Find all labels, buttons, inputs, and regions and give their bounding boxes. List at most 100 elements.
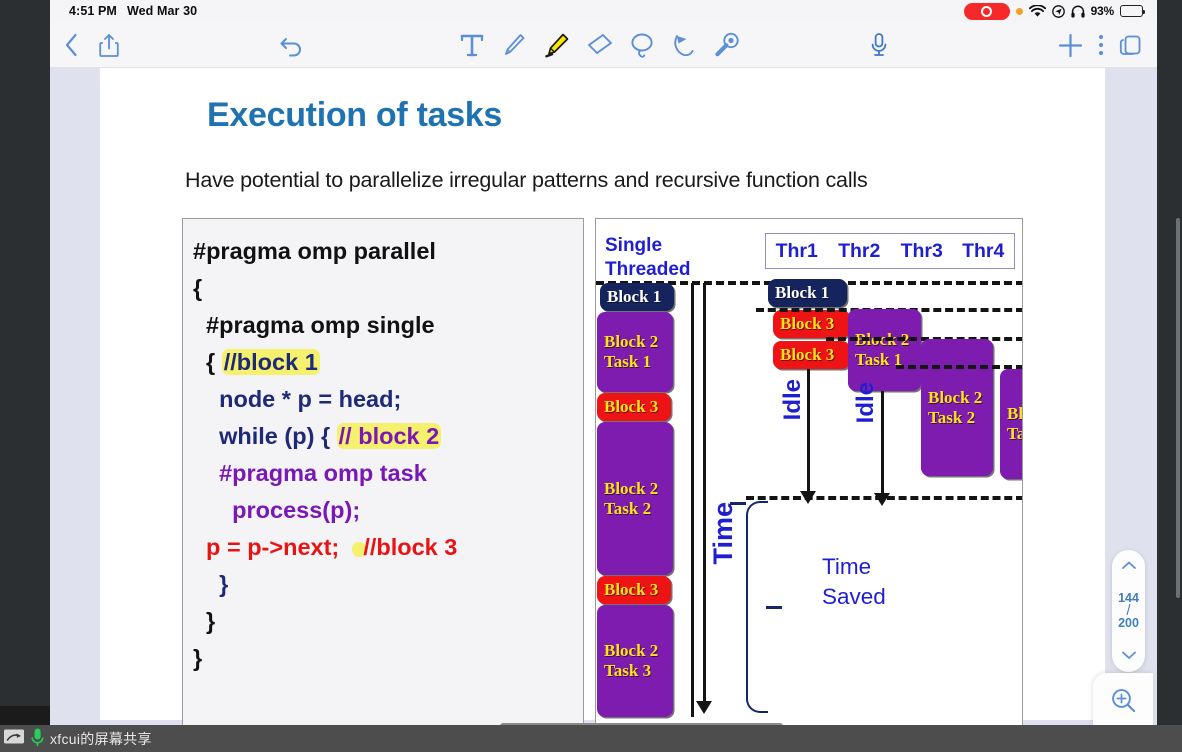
wifi-icon (1028, 3, 1046, 18)
code-highlight-block1: //block 1 (221, 349, 320, 375)
location-icon (1051, 4, 1065, 18)
window-vertical-scrollbar[interactable] (1176, 218, 1180, 598)
eraser-tool-icon[interactable] (587, 32, 613, 58)
ipad-window: 4:51 PM Wed Mar 30 93% Execution of task… (50, 0, 1157, 733)
timeline-dash-thr4 (896, 365, 1022, 369)
code-highlight-block2: // block 2 (336, 423, 442, 449)
toolbar-left-group (64, 33, 119, 58)
pages-icon[interactable] (1119, 33, 1143, 57)
code-line: } (193, 571, 229, 597)
page-down-chevron-icon[interactable] (1121, 647, 1137, 665)
total-pages-label: 200 (1118, 616, 1139, 630)
block-thr1-2: Block 3 (773, 310, 850, 338)
toolbar-tools-group (460, 32, 740, 59)
time-axis-label: Time (708, 502, 738, 565)
time-saved-label: Time Saved (822, 554, 886, 609)
code-line: process(p); (193, 497, 361, 523)
screen-share-icon[interactable] (3, 728, 25, 749)
code-line: node * p = head; (193, 386, 402, 412)
time-saved-brace-tip-mid (766, 606, 782, 609)
zoom-in-icon (1110, 687, 1137, 719)
desktop-left-margin (0, 0, 50, 725)
add-icon[interactable] (1058, 33, 1083, 58)
desktop-left-strip (0, 706, 50, 725)
code-line: #pragma omp task (193, 460, 427, 486)
block-thr3-1: Block 2 Task 2 (921, 339, 993, 476)
page-up-chevron-icon[interactable] (1121, 557, 1137, 575)
screen-share-bar: xfcui的屏幕共享 (0, 725, 1182, 752)
block-single-5: Block 3 (597, 576, 671, 604)
share-bar-icons (3, 727, 45, 750)
headphones-icon (1070, 5, 1085, 18)
block-single-1: Block 1 (600, 283, 674, 311)
code-highlight-block3: //block 3 (363, 534, 458, 560)
block-single-6: Block 2 Task 3 (597, 605, 673, 717)
record-ring-icon (981, 5, 993, 17)
single-thread-boundary-line (691, 283, 694, 717)
time-saved-brace-tip-top (730, 502, 746, 505)
toolbar-right-group (1058, 33, 1143, 58)
page-subtitle: Have potential to parallelize irregular … (185, 168, 868, 192)
code-line: { (193, 349, 222, 375)
undo-icon[interactable] (279, 33, 305, 57)
zoom-in-button[interactable] (1093, 673, 1153, 733)
block-thr1-1: Block 1 (768, 279, 847, 307)
laser-tool-icon[interactable] (714, 32, 740, 59)
pen-tool-icon[interactable] (501, 32, 526, 59)
thread-header-thr1: Thr1 (775, 239, 818, 262)
page-separator: / (1126, 602, 1131, 619)
thread-header-box: Thr1 Thr2 Thr3 Thr4 (765, 233, 1015, 269)
code-line: } (193, 608, 216, 634)
screen-root: 4:51 PM Wed Mar 30 93% Execution of task… (0, 0, 1182, 752)
single-threaded-label: Single Threaded (605, 235, 691, 280)
thr1-arrow-line (807, 369, 810, 494)
thr2-arrow-line (881, 391, 884, 496)
battery-percent-label: 93% (1090, 4, 1115, 18)
microphone-icon[interactable] (870, 32, 888, 58)
slide-page[interactable]: Execution of tasks Have potential to par… (100, 68, 1105, 733)
time-axis-line (703, 283, 706, 703)
idle-label-thr1: Idle (779, 379, 806, 421)
thread-header-thr2: Thr2 (838, 239, 881, 262)
code-line: while (p) { (193, 423, 337, 449)
code-line: } (193, 645, 203, 671)
block-thr1-3: Block 3 (773, 341, 850, 369)
highlighter-tool-icon[interactable] (543, 32, 570, 59)
page-title: Execution of tasks (207, 96, 503, 134)
screen-record-indicator[interactable] (963, 2, 1010, 20)
block-thr4-1: Block 2 Task 3 (1000, 369, 1022, 479)
text-tool-icon[interactable] (460, 32, 484, 58)
page-navigator: 144 / 200 (1112, 550, 1145, 672)
app-toolbar (50, 22, 1157, 68)
document-canvas[interactable]: Execution of tasks Have potential to par… (50, 68, 1157, 733)
pointer-hand-tool-icon[interactable] (672, 32, 697, 59)
share-icon[interactable] (99, 33, 119, 58)
status-bar-date: Wed Mar 30 (126, 4, 198, 18)
share-bar-mic-icon[interactable] (30, 727, 45, 750)
code-listing-panel: #pragma omp parallel { #pragma omp singl… (182, 218, 584, 733)
code-line: p = p->next; (193, 534, 353, 560)
status-bar-right-group: 93% (963, 2, 1146, 20)
battery-icon (1120, 5, 1146, 17)
share-bar-label: xfcui的屏幕共享 (50, 730, 152, 747)
privacy-mic-dot-icon (1015, 7, 1023, 15)
back-chevron-icon[interactable] (64, 33, 79, 57)
lasso-tool-icon[interactable] (630, 32, 655, 59)
code-line: #pragma omp parallel (193, 238, 436, 264)
execution-timeline-diagram: Single Threaded Thr1 Thr2 Thr3 Thr4 Bloc… (595, 218, 1023, 733)
thread-header-thr4: Thr4 (962, 239, 1005, 262)
status-bar-time: 4:51 PM (69, 4, 117, 18)
timeline-dash-bottom (746, 496, 1022, 500)
block-thr2-1: Block 2 Task 1 (848, 309, 921, 391)
block-single-2: Block 2 Task 1 (597, 312, 673, 392)
time-axis-arrowhead (696, 701, 712, 714)
code-line: { (193, 275, 203, 301)
thread-header-thr3: Thr3 (900, 239, 943, 262)
status-bar: 4:51 PM Wed Mar 30 93% (50, 0, 1157, 22)
time-saved-brace (746, 501, 768, 713)
more-options-icon[interactable] (1098, 33, 1104, 57)
code-line: #pragma omp single (193, 312, 435, 338)
idle-label-thr2: Idle (852, 382, 879, 424)
block-single-3: Block 3 (597, 393, 671, 421)
block-single-4: Block 2 Task 2 (597, 422, 673, 575)
